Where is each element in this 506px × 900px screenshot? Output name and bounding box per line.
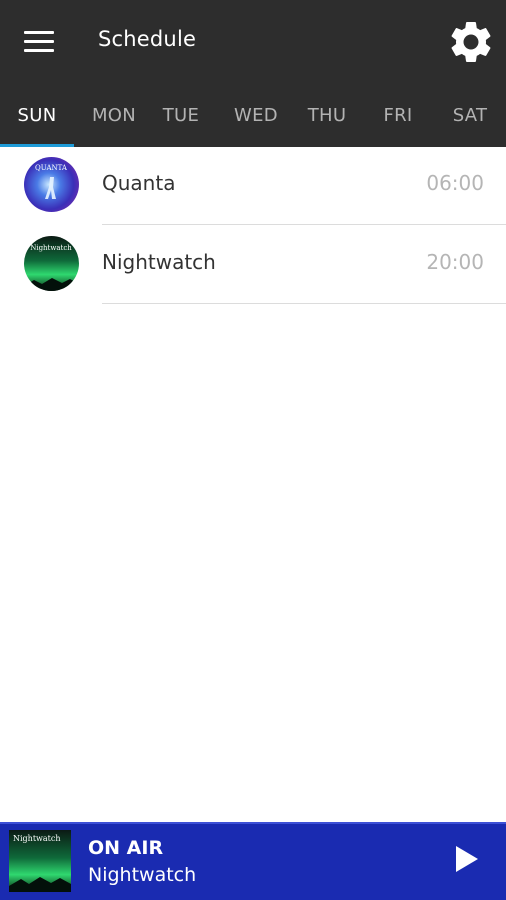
tab-fri[interactable]: FRI xyxy=(370,84,426,147)
on-air-label: ON AIR xyxy=(88,837,164,859)
player-top-border xyxy=(0,822,506,824)
now-playing-bar[interactable]: Nightwatch ON AIR Nightwatch xyxy=(0,822,506,900)
now-playing-thumbnail: Nightwatch xyxy=(9,830,71,892)
schedule-item-nightwatch[interactable]: Nightwatch Nightwatch 20:00 xyxy=(0,226,506,304)
play-icon xyxy=(456,846,478,872)
tab-tue[interactable]: TUE xyxy=(150,84,212,147)
app-bar: Schedule SUN MON TUE WED THU FRI SAT xyxy=(0,0,506,147)
menu-button[interactable] xyxy=(18,22,62,62)
quanta-thumbnail-text: QUANTA xyxy=(35,164,68,172)
nightwatch-thumbnail: Nightwatch xyxy=(24,236,79,291)
row-divider xyxy=(102,224,506,225)
menu-icon-line xyxy=(24,31,54,34)
gear-icon xyxy=(451,22,491,62)
nightwatch-thumbnail-text: Nightwatch xyxy=(30,244,72,252)
menu-icon-line xyxy=(24,49,54,52)
menu-icon-line xyxy=(24,40,54,43)
tab-wed[interactable]: WED xyxy=(222,84,290,147)
tab-sun[interactable]: SUN xyxy=(0,84,74,147)
program-time: 06:00 xyxy=(426,171,484,195)
settings-button[interactable] xyxy=(446,17,496,67)
program-time: 20:00 xyxy=(426,250,484,274)
program-title: Quanta xyxy=(102,171,176,195)
now-playing-title: Nightwatch xyxy=(88,864,197,886)
tab-sat[interactable]: SAT xyxy=(440,84,500,147)
tab-thu[interactable]: THU xyxy=(296,84,358,147)
row-divider xyxy=(102,303,506,304)
schedule-list: QUANTA Quanta 06:00 Nightwatch Nightwatc… xyxy=(0,147,506,304)
tab-mon[interactable]: MON xyxy=(78,84,150,147)
page-title: Schedule xyxy=(98,27,197,51)
day-tabs: SUN MON TUE WED THU FRI SAT xyxy=(0,84,506,147)
now-playing-thumbnail-text: Nightwatch xyxy=(13,834,61,843)
program-title: Nightwatch xyxy=(102,250,216,274)
schedule-item-quanta[interactable]: QUANTA Quanta 06:00 xyxy=(0,147,506,225)
play-button[interactable] xyxy=(447,836,487,882)
top-toolbar: Schedule xyxy=(0,0,506,84)
quanta-thumbnail: QUANTA xyxy=(24,157,79,212)
